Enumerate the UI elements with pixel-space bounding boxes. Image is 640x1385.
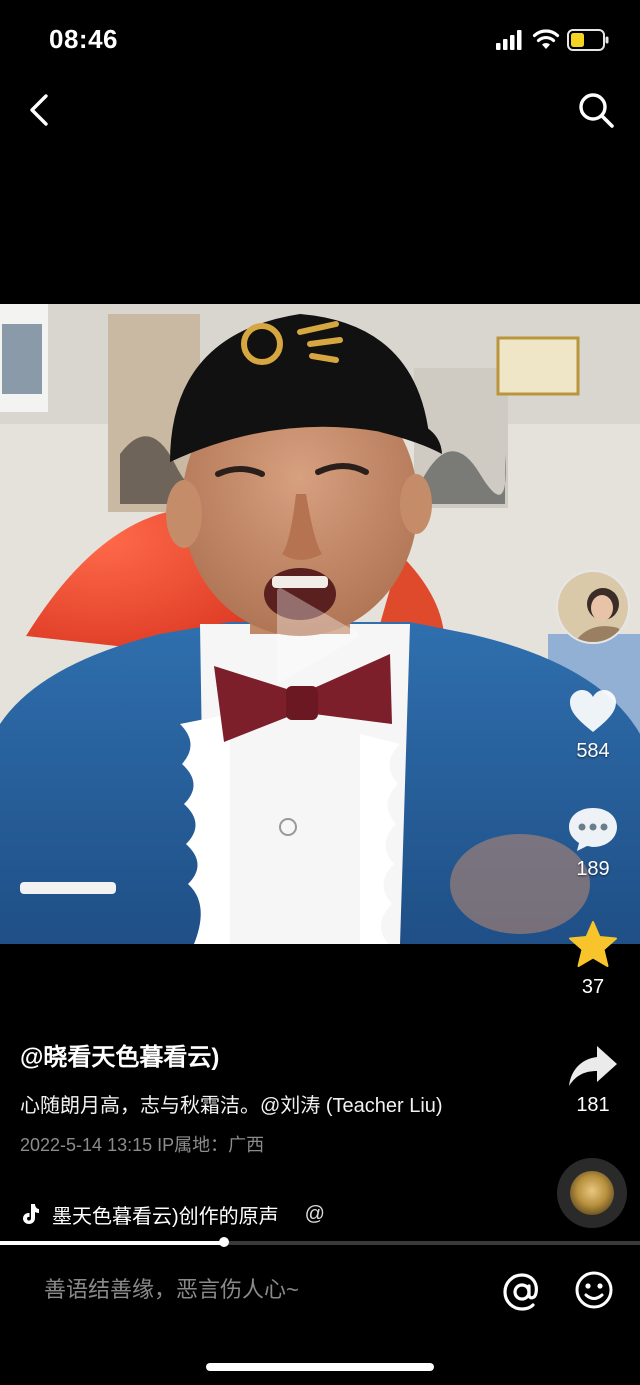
signal-icon — [496, 30, 522, 50]
favorite-button[interactable]: 37 — [548, 920, 638, 999]
share-count: 181 — [576, 1094, 610, 1116]
video-description: 心随朗月高，志与秋霜洁。@刘涛 (Teacher Liu) — [20, 1095, 443, 1117]
heart-icon — [570, 690, 616, 732]
progress-thumb[interactable] — [219, 1237, 229, 1247]
author-name[interactable]: @晓看天色暮看云) — [20, 1040, 490, 1076]
tiktok-note-icon — [23, 1204, 39, 1224]
favorite-count: 37 — [581, 976, 605, 998]
top-nav — [0, 80, 640, 140]
music-row[interactable]: 墨天色暮看云)创作的原声 @ — [20, 1198, 520, 1230]
emoji-icon[interactable] — [574, 1270, 614, 1310]
music-author-at: @ — [304, 1202, 325, 1225]
share-icon — [569, 1046, 617, 1086]
status-time: 08:46 — [49, 24, 118, 54]
comment-bar: 善语结善缘，恶言伤人心~ — [0, 1252, 640, 1332]
video-progress[interactable] — [0, 1237, 640, 1247]
home-indicator — [206, 1363, 434, 1371]
status-bar: 08:46 — [0, 0, 640, 80]
progress-fill — [0, 1241, 224, 1245]
search-icon[interactable] — [574, 88, 618, 132]
at-icon[interactable] — [500, 1270, 544, 1314]
post-meta: 2022-5-14 13:15 IP属地：广西 — [20, 1135, 265, 1155]
share-button[interactable]: 181 — [548, 1044, 638, 1117]
comment-input[interactable]: 善语结善缘，恶言伤人心~ — [44, 1270, 484, 1310]
music-title: 墨天色暮看云)创作的原声 — [52, 1205, 279, 1228]
music-disc-cover — [570, 1171, 614, 1215]
comment-icon — [569, 808, 617, 851]
wifi-icon — [532, 29, 560, 49]
comment-button[interactable]: 189 — [548, 806, 638, 881]
author-avatar[interactable] — [556, 570, 630, 644]
back-button[interactable] — [22, 90, 58, 130]
star-icon — [569, 921, 617, 967]
play-icon[interactable] — [272, 585, 362, 685]
like-count: 584 — [576, 740, 610, 762]
battery-icon — [567, 29, 609, 51]
music-disc-button[interactable] — [557, 1158, 627, 1228]
video-caption: @晓看天色暮看云) 心随朗月高，志与秋霜洁。@刘涛 (Teacher Liu) … — [20, 1040, 490, 1159]
like-button[interactable]: 584 — [548, 688, 638, 763]
comment-count: 189 — [576, 858, 610, 880]
